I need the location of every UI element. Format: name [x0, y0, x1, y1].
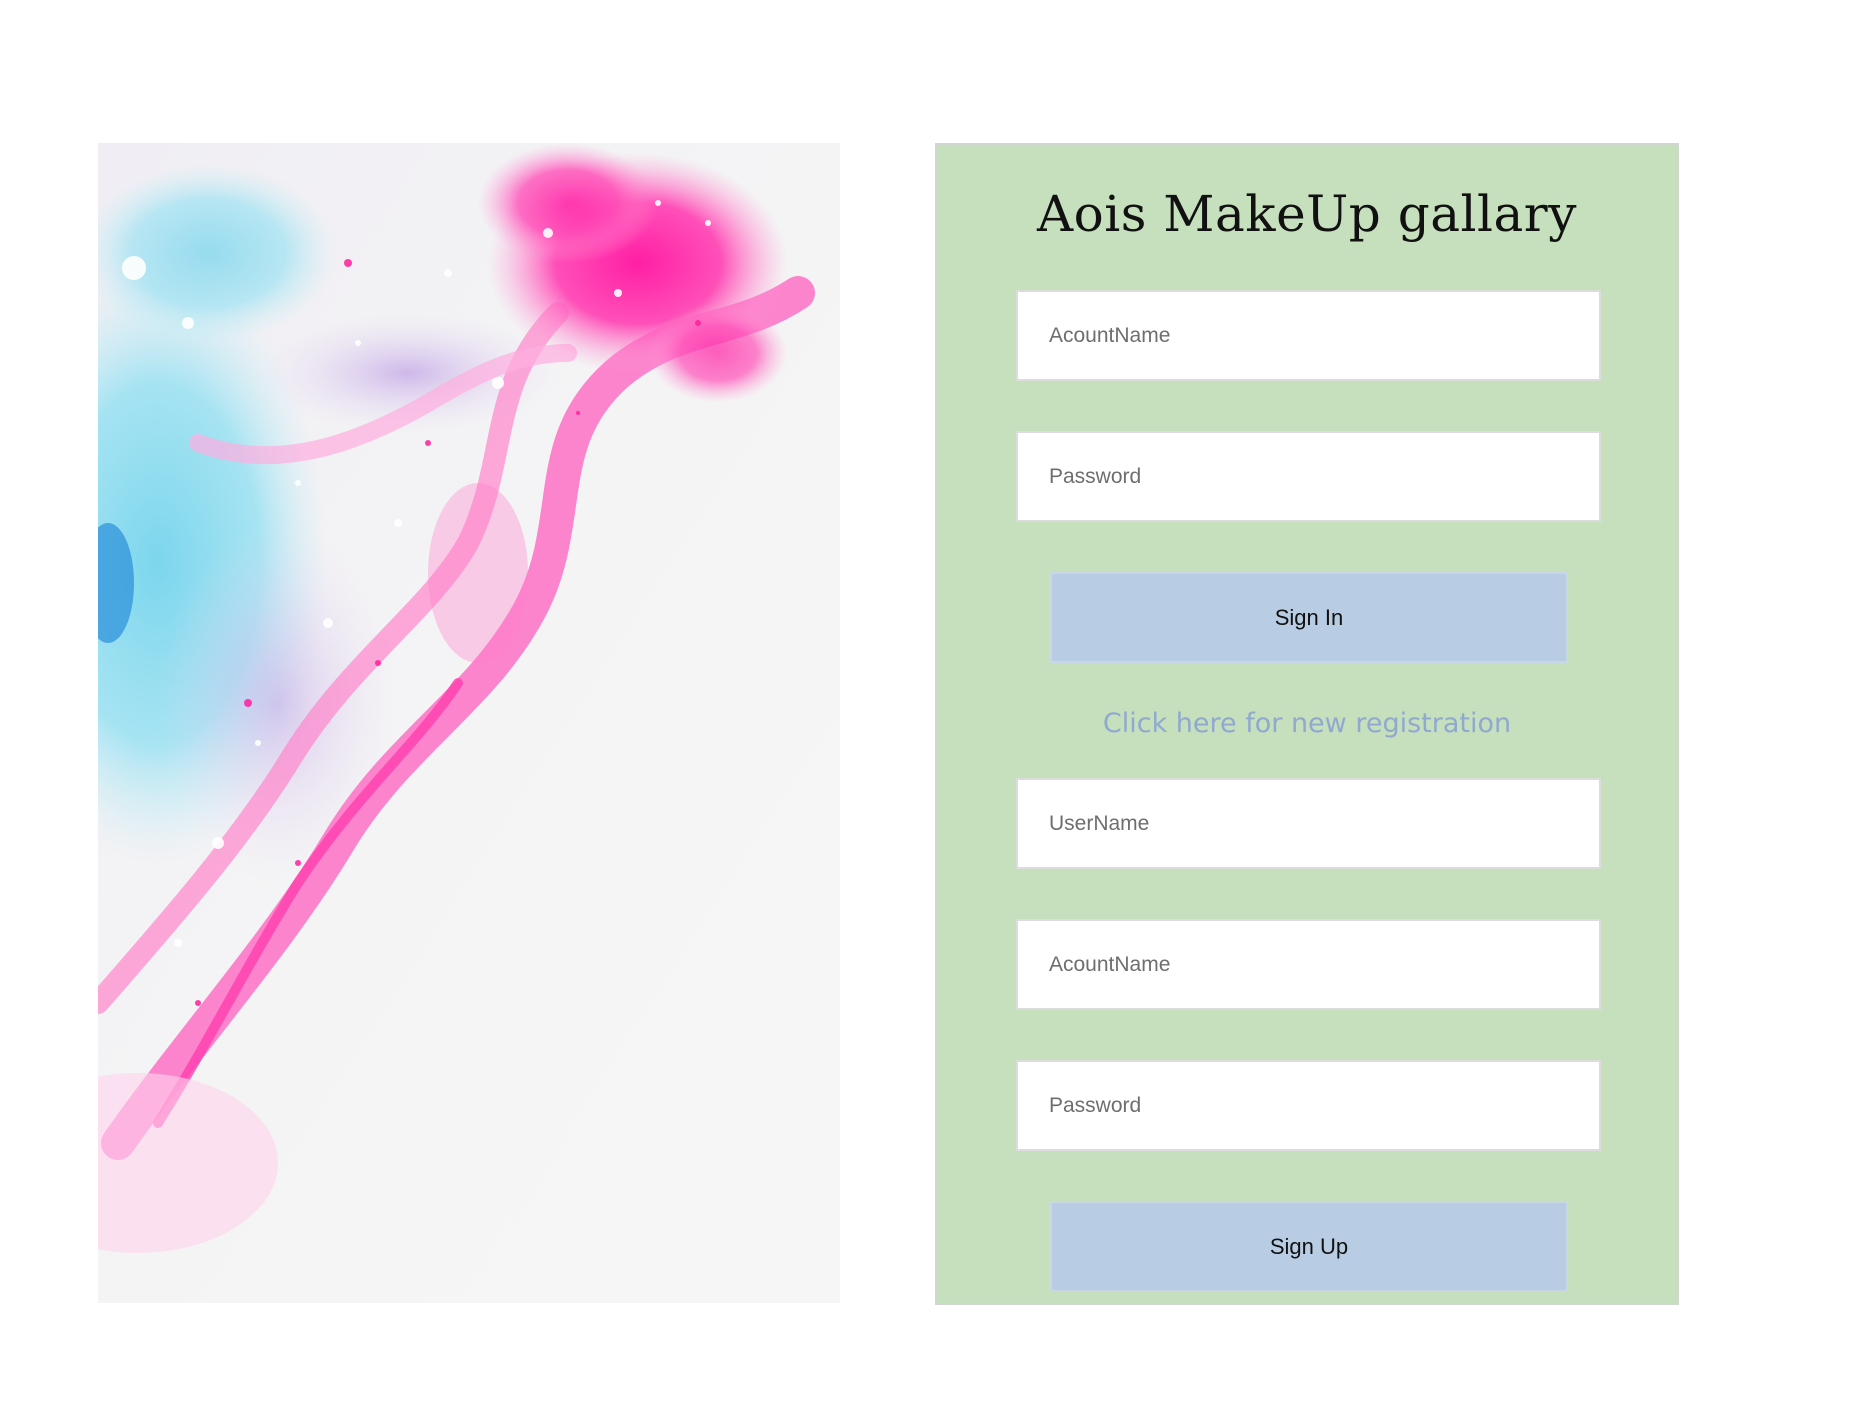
register-password-input[interactable]	[1016, 1060, 1601, 1151]
register-account-input[interactable]	[1016, 919, 1601, 1010]
hero-image	[98, 143, 840, 1303]
register-username-input[interactable]	[1016, 778, 1601, 869]
login-account-input[interactable]	[1016, 290, 1601, 381]
sign-up-button[interactable]: Sign Up	[1050, 1201, 1568, 1292]
fluid-art-illustration	[98, 143, 840, 1303]
sign-in-button[interactable]: Sign In	[1050, 572, 1568, 663]
registration-link[interactable]: Click here for new registration	[937, 708, 1677, 739]
page-title: Aois MakeUp gallary	[1037, 185, 1577, 243]
auth-panel: Aois MakeUp gallary Sign In Click here f…	[935, 143, 1679, 1305]
login-password-input[interactable]	[1016, 431, 1601, 522]
